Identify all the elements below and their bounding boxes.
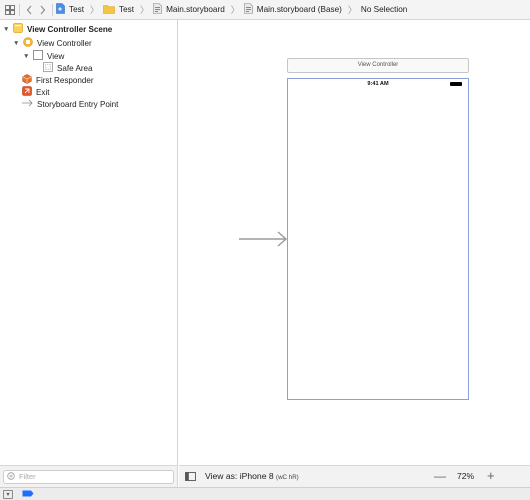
outline-item-storyboard-entry-point[interactable]: Storyboard Entry Point	[22, 98, 118, 110]
zoom-in-button[interactable]: +	[487, 468, 495, 483]
view-as-label: View as: iPhone 8	[205, 471, 274, 481]
zoom-level[interactable]: 72%	[457, 471, 474, 481]
project-icon	[56, 3, 65, 16]
outline-item-exit[interactable]: Exit	[22, 86, 50, 98]
breadcrumb-label: Test	[119, 5, 135, 14]
outline-item-label: View	[47, 51, 65, 61]
jump-bar: Test 〉 Test 〉 Main.storyboard 〉 Main.sto…	[0, 0, 530, 20]
zoom-out-button[interactable]: —	[434, 469, 446, 483]
folder-icon	[103, 4, 115, 16]
outline-item-label: First Responder	[36, 75, 94, 85]
size-class-traits: (wC hR)	[276, 474, 299, 481]
breakpoints-toggle-icon[interactable]	[22, 490, 34, 499]
divider	[52, 3, 53, 16]
outline-item-label: View Controller	[37, 38, 92, 48]
entry-arrow-icon	[22, 99, 33, 109]
breadcrumb-folder[interactable]: Test	[103, 4, 134, 16]
hide-debug-area-icon[interactable]: ▾	[3, 489, 13, 499]
storyboard-icon	[153, 3, 162, 16]
breadcrumb-project[interactable]: Test	[56, 3, 84, 16]
breadcrumb-storyboard-base[interactable]: Main.storyboard (Base)	[243, 3, 342, 16]
disclosure-triangle-expanded-icon[interactable]: ▼	[13, 40, 21, 47]
outline-filter-bar	[0, 465, 178, 487]
view-icon	[33, 50, 43, 62]
outline-item-label: Safe Area	[57, 63, 93, 73]
outline-item-safe-area[interactable]: Safe Area	[43, 62, 93, 74]
forward-chevron-icon[interactable]	[36, 3, 49, 17]
view-controller-frame[interactable]: 9:41 AM	[287, 78, 469, 400]
battery-icon	[450, 82, 462, 86]
outline-item-view-controller[interactable]: ▼ View Controller	[13, 37, 92, 49]
breadcrumb-label: Main.storyboard	[166, 5, 225, 14]
first-responder-icon	[22, 74, 32, 86]
safe-area-icon	[43, 62, 53, 74]
outline-item-label: Storyboard Entry Point	[37, 99, 119, 109]
sidebar-toggle-icon[interactable]	[185, 472, 196, 483]
filter-input[interactable]	[19, 472, 159, 481]
disclosure-triangle-expanded-icon[interactable]: ▼	[3, 26, 11, 33]
disclosure-triangle-expanded-icon[interactable]: ▼	[23, 53, 31, 60]
document-outline: ▼ View Controller Scene ▼ View Controlle…	[0, 20, 178, 465]
breadcrumb-label: No Selection	[360, 5, 408, 14]
storyboard-entry-arrow[interactable]	[239, 230, 289, 250]
breadcrumb-label: Main.storyboard (Base)	[256, 5, 342, 14]
view-controller-icon	[23, 37, 33, 49]
breadcrumb-separator-icon: 〉	[90, 5, 100, 15]
storyboard-canvas[interactable]: View Controller 9:41 AM	[179, 20, 530, 465]
outline-item-view-controller-scene[interactable]: ▼ View Controller Scene	[3, 23, 112, 35]
breadcrumb-label: Test	[69, 5, 85, 14]
breadcrumb-selection[interactable]: No Selection	[361, 5, 407, 14]
breadcrumb-storyboard[interactable]: Main.storyboard	[153, 3, 225, 16]
view-as-device-button[interactable]: View as: iPhone 8 (wC hR)	[205, 471, 299, 481]
back-chevron-icon[interactable]	[23, 3, 36, 17]
related-items-grid-icon[interactable]	[3, 3, 16, 17]
status-bar-time: 9:41 AM	[367, 81, 389, 87]
breadcrumb-separator-icon: 〉	[140, 5, 150, 15]
outline-item-first-responder[interactable]: First Responder	[22, 74, 94, 86]
canvas-bottom-bar: View as: iPhone 8 (wC hR) — 72% +	[179, 465, 530, 487]
breadcrumb-separator-icon: 〉	[347, 5, 357, 15]
outline-item-view[interactable]: ▼ View	[23, 50, 64, 62]
divider	[19, 3, 20, 16]
exit-icon	[22, 86, 32, 98]
filter-icon	[7, 471, 15, 482]
breadcrumb-separator-icon: 〉	[230, 5, 240, 15]
outline-item-label: Exit	[36, 87, 50, 97]
storyboard-icon	[243, 3, 253, 16]
scene-icon	[13, 23, 23, 35]
outline-item-label: View Controller Scene	[27, 24, 113, 34]
filter-field[interactable]	[3, 469, 174, 484]
debug-bar: ▾	[0, 487, 530, 500]
scene-title-bar[interactable]: View Controller	[287, 58, 469, 73]
